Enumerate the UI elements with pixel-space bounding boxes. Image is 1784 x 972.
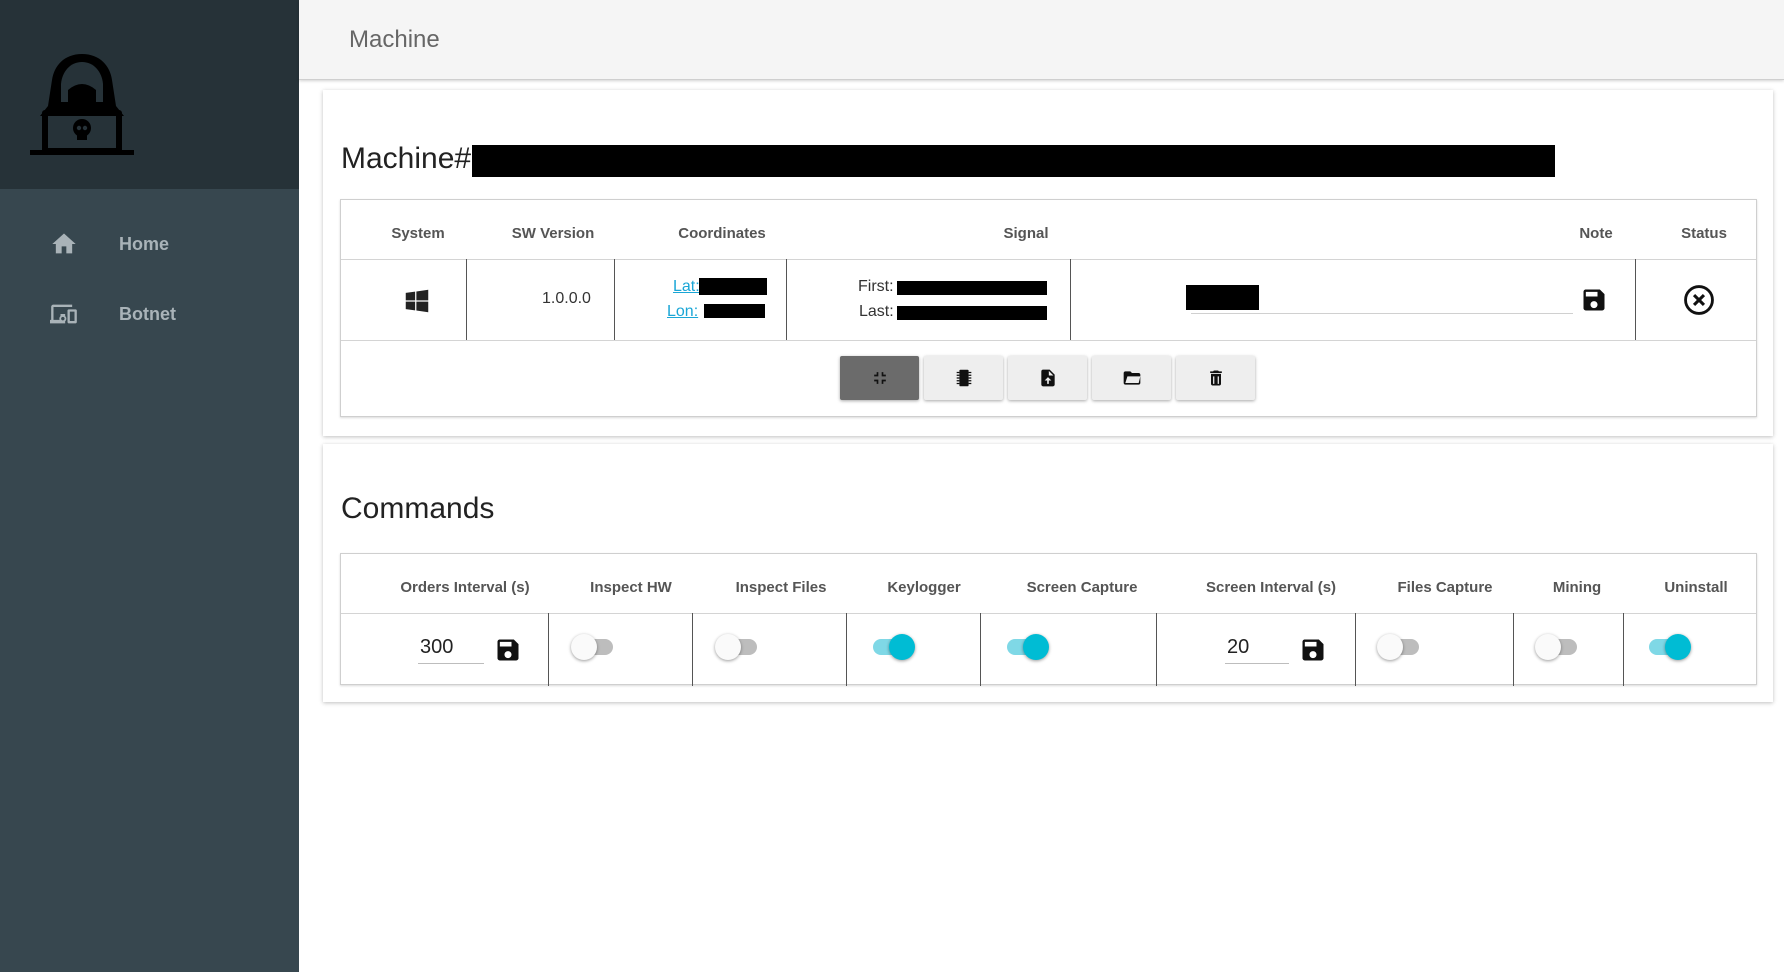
sidebar-item-home[interactable]: Home xyxy=(0,216,299,272)
signal-last-label: Last: xyxy=(859,303,894,320)
save-icon[interactable] xyxy=(494,636,522,664)
col-separator xyxy=(1623,613,1624,686)
sidebar: Home Botnet xyxy=(0,0,299,972)
windows-icon xyxy=(405,289,429,313)
commands-title: Commands xyxy=(341,492,495,525)
col-header-files-capture: Files Capture xyxy=(1397,579,1493,596)
note-input[interactable] xyxy=(1191,284,1573,314)
col-header-inspect-hw: Inspect HW xyxy=(590,579,672,596)
logo-area xyxy=(0,0,299,189)
col-header-screen-interval: Screen Interval (s) xyxy=(1205,579,1337,596)
machine-table: System SW Version Coordinates Signal Not… xyxy=(340,199,1757,417)
col-header-inspect-files: Inspect Files xyxy=(735,579,827,596)
header-divider xyxy=(341,613,1756,614)
header-divider xyxy=(341,259,1756,260)
col-separator xyxy=(1513,613,1514,686)
redacted-machine-id xyxy=(472,145,1555,177)
save-icon[interactable] xyxy=(1580,286,1608,314)
col-header-mining: Mining xyxy=(1552,579,1602,596)
close-circle-icon[interactable] xyxy=(1682,283,1716,317)
col-separator xyxy=(614,259,615,340)
trash-icon xyxy=(1209,370,1222,386)
mining-toggle[interactable] xyxy=(1535,634,1581,660)
commands-table: Orders Interval (s) Inspect HW Inspect F… xyxy=(340,553,1757,686)
hardware-button[interactable] xyxy=(924,356,1003,400)
save-icon[interactable] xyxy=(1299,636,1327,664)
col-header-signal: Signal xyxy=(1003,225,1049,242)
col-separator xyxy=(548,613,549,686)
col-separator xyxy=(980,613,981,686)
lat-link[interactable]: Lat: xyxy=(673,278,700,296)
col-header-uninstall: Uninstall xyxy=(1664,579,1728,596)
col-separator xyxy=(1355,613,1356,686)
uninstall-toggle[interactable] xyxy=(1645,634,1691,660)
keylogger-toggle[interactable] xyxy=(869,634,915,660)
lon-link[interactable]: Lon: xyxy=(667,303,698,321)
col-header-system: System xyxy=(391,225,445,242)
delete-button[interactable] xyxy=(1176,356,1255,400)
screen-capture-toggle[interactable] xyxy=(1003,634,1049,660)
col-header-sw-version: SW Version xyxy=(511,225,595,242)
col-separator xyxy=(786,259,787,340)
col-separator xyxy=(1635,259,1636,340)
machine-title-prefix: Machine# xyxy=(341,142,472,175)
upload-file-button[interactable] xyxy=(1008,356,1087,400)
screen-interval-input[interactable] xyxy=(1225,632,1289,664)
app-root: Home Botnet Machine Machine# System SW V… xyxy=(0,0,1784,972)
col-separator xyxy=(1156,613,1157,686)
file-upload-icon xyxy=(1040,369,1055,387)
top-bar: Machine xyxy=(299,0,1784,80)
commands-card: Commands Orders Interval (s) Inspect HW … xyxy=(323,444,1773,702)
col-separator xyxy=(1070,259,1071,340)
col-header-status: Status xyxy=(1681,225,1727,242)
col-header-coordinates: Coordinates xyxy=(678,225,766,242)
sidebar-item-label: Botnet xyxy=(119,303,176,324)
open-folder-button[interactable] xyxy=(1092,356,1171,400)
home-icon xyxy=(52,233,76,254)
col-separator xyxy=(846,613,847,686)
col-separator xyxy=(466,259,467,340)
col-header-note: Note xyxy=(1579,225,1613,242)
machine-card: Machine# System SW Version Coordinates S… xyxy=(323,90,1773,436)
page-title: Machine xyxy=(349,26,440,53)
redacted-lat xyxy=(699,278,767,295)
collapse-icon xyxy=(873,372,886,384)
redacted-lon xyxy=(704,304,765,318)
col-header-keylogger: Keylogger xyxy=(887,579,961,596)
inspect-files-toggle[interactable] xyxy=(715,634,761,660)
redacted-signal-first xyxy=(897,281,1047,295)
hacker-logo-icon xyxy=(30,54,134,155)
chip-icon xyxy=(956,369,971,387)
devices-icon xyxy=(50,304,77,324)
signal-first-label: First: xyxy=(858,278,894,295)
inspect-hw-toggle[interactable] xyxy=(571,634,617,660)
files-capture-toggle[interactable] xyxy=(1377,634,1423,660)
col-separator xyxy=(692,613,693,686)
action-bar xyxy=(840,356,1260,402)
sidebar-item-label: Home xyxy=(119,233,170,254)
sidebar-item-botnet[interactable]: Botnet xyxy=(0,286,299,342)
collapse-button[interactable] xyxy=(840,356,919,400)
orders-interval-input[interactable] xyxy=(418,632,484,664)
col-header-orders-interval: Orders Interval (s) xyxy=(400,579,530,596)
redacted-signal-last xyxy=(897,306,1047,320)
machine-title: Machine# xyxy=(341,142,471,176)
col-header-screen-capture: Screen Capture xyxy=(1026,579,1138,596)
row-divider xyxy=(341,340,1756,341)
folder-open-icon xyxy=(1123,371,1140,385)
sw-version-value: 1.0.0.0 xyxy=(542,290,591,307)
